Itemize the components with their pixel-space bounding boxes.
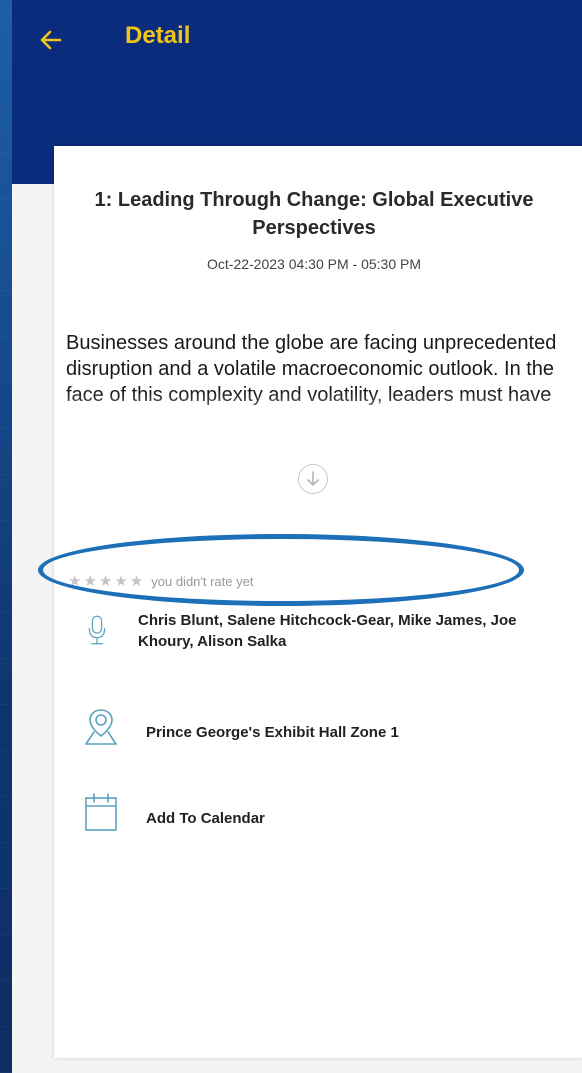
location-row[interactable]: Prince George's Exhibit Hall Zone 1 xyxy=(84,706,399,746)
app-screen: Detail 1: Leading Through Change: Global… xyxy=(12,0,582,1073)
speakers-row[interactable]: Chris Blunt, Salene Hitchcock-Gear, Mike… xyxy=(84,610,544,652)
rating-widget[interactable]: ★★★★★ you didn't rate yet xyxy=(68,570,253,592)
add-to-calendar-row[interactable]: Add To Calendar xyxy=(84,792,265,832)
chevron-down-circle-icon xyxy=(307,471,319,486)
speakers-names[interactable]: Chris Blunt, Salene Hitchcock-Gear, Mike… xyxy=(138,610,544,652)
rating-stars[interactable]: ★★★★★ xyxy=(68,572,145,590)
session-title: 1: Leading Through Change: Global Execut… xyxy=(94,189,534,239)
map-pin-icon xyxy=(85,709,117,745)
page-title: Detail xyxy=(125,22,191,49)
calendar-icon xyxy=(85,793,117,831)
rating-status: you didn't rate yet xyxy=(151,573,254,589)
microphone-icon xyxy=(88,615,106,645)
arrow-left-icon xyxy=(40,30,62,50)
add-to-calendar-label[interactable]: Add To Calendar xyxy=(146,808,265,832)
expand-description-button[interactable] xyxy=(298,464,328,494)
session-description: Businesses around the globe are facing u… xyxy=(66,332,557,406)
session-detail-card: 1: Leading Through Change: Global Execut… xyxy=(54,146,582,1058)
session-datetime: Oct-22-2023 04:30 PM - 05:30 PM xyxy=(207,256,421,272)
location-name[interactable]: Prince George's Exhibit Hall Zone 1 xyxy=(146,722,399,746)
back-button[interactable] xyxy=(40,20,80,60)
